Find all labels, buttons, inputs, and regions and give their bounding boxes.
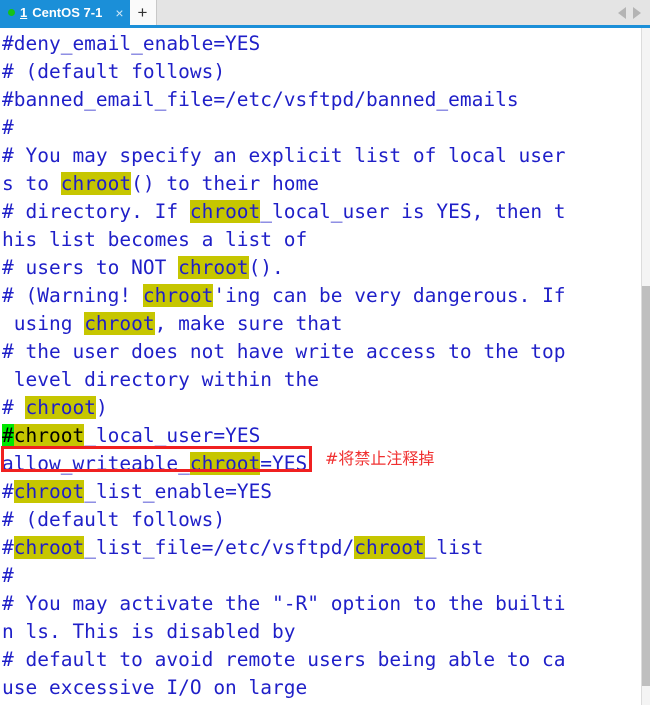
annotation-note-text: #将禁止注释掉 bbox=[325, 449, 435, 468]
line-text: # the user does not have write access to… bbox=[2, 340, 566, 363]
search-match-highlight: chroot bbox=[25, 396, 96, 419]
line-text: # bbox=[2, 116, 14, 139]
terminal-line: # You may activate the "-R" option to th… bbox=[2, 590, 650, 618]
terminal-line: #chroot_list_file=/etc/vsftpd/chroot_lis… bbox=[2, 534, 650, 562]
line-text: # bbox=[2, 396, 26, 419]
line-text: # bbox=[2, 480, 14, 503]
terminal-line: # the user does not have write access to… bbox=[2, 338, 650, 366]
terminal-line: # (Warning! chroot'ing can be very dange… bbox=[2, 282, 650, 310]
terminal-line: his list becomes a list of bbox=[2, 226, 650, 254]
line-text: 'ing can be very dangerous. If bbox=[213, 284, 566, 307]
terminal-line: s to chroot() to their home bbox=[2, 170, 650, 198]
connection-status-dot bbox=[8, 9, 15, 16]
terminal-line: # (default follows) bbox=[2, 506, 650, 534]
terminal-line: # (default follows) bbox=[2, 58, 650, 86]
line-text: # bbox=[2, 564, 14, 587]
chevron-left-icon[interactable] bbox=[618, 6, 626, 19]
search-match-highlight: chroot bbox=[189, 452, 261, 475]
terminal-tab[interactable]: 1 CentOS 7-1 × bbox=[0, 0, 130, 25]
search-match-highlight: chroot bbox=[178, 256, 249, 279]
line-text: _local_user=YES bbox=[84, 424, 261, 447]
line-text: use excessive I/O on large bbox=[2, 676, 308, 699]
line-text: # directory. If bbox=[2, 200, 190, 223]
terminal-line: #banned_email_file=/etc/vsftpd/banned_em… bbox=[2, 86, 650, 114]
line-text: level directory within the bbox=[2, 368, 319, 391]
terminal-line: using chroot, make sure that bbox=[2, 310, 650, 338]
vertical-scrollbar[interactable] bbox=[641, 28, 650, 705]
terminal-line: # users to NOT chroot(). bbox=[2, 254, 650, 282]
line-text: his list becomes a list of bbox=[2, 228, 308, 251]
line-text: n ls. This is disabled by bbox=[2, 620, 296, 643]
terminal-line: #chroot_local_user=YES bbox=[2, 422, 650, 450]
terminal-line: use excessive I/O on large bbox=[2, 674, 650, 702]
line-text: =YES bbox=[260, 452, 308, 475]
line-text: # bbox=[2, 536, 14, 559]
line-text: #banned_email_file=/etc/vsftpd/banned_em… bbox=[2, 88, 519, 111]
line-text: _list_enable=YES bbox=[84, 480, 273, 503]
terminal-line: # bbox=[2, 114, 650, 142]
new-tab-button[interactable]: + bbox=[129, 0, 157, 25]
search-match-highlight: chroot bbox=[13, 424, 85, 447]
tab-bar: 1 CentOS 7-1 × + bbox=[0, 0, 650, 28]
line-text: ) bbox=[95, 396, 108, 419]
search-match-highlight: chroot bbox=[354, 536, 425, 559]
search-match-highlight: chroot bbox=[142, 284, 214, 307]
terminal-viewport[interactable]: #deny_email_enable=YES # (default follows… bbox=[0, 28, 650, 705]
search-match-highlight: chroot bbox=[189, 200, 261, 223]
line-text: # You may activate the "-R" option to th… bbox=[2, 592, 566, 615]
line-text: # default to avoid remote users being ab… bbox=[2, 648, 566, 671]
chevron-right-icon[interactable] bbox=[633, 6, 641, 19]
terminal-line: # directory. If chroot_local_user is YES… bbox=[2, 198, 650, 226]
line-text: #deny_email_enable=YES bbox=[2, 32, 261, 55]
terminal-line: # bbox=[2, 562, 650, 590]
line-text: _list bbox=[424, 536, 484, 559]
terminal-line: #deny_email_enable=YES bbox=[2, 30, 650, 58]
line-text: allow_writeable_ bbox=[2, 452, 190, 475]
current-match-highlight: # bbox=[2, 424, 14, 447]
search-match-highlight: chroot bbox=[60, 172, 132, 195]
line-text: # (default follows) bbox=[2, 60, 226, 83]
tab-nav-group bbox=[618, 0, 650, 25]
search-match-highlight: chroot bbox=[13, 536, 85, 559]
search-match-highlight: chroot bbox=[84, 312, 155, 335]
tab-bar-spacer bbox=[157, 0, 619, 25]
line-text: # (default follows) bbox=[2, 508, 226, 531]
line-text: using bbox=[2, 312, 85, 335]
line-text: () to their home bbox=[131, 172, 319, 195]
line-text: # (Warning! bbox=[2, 284, 143, 307]
terminal-line: # You may specify an explicit list of lo… bbox=[2, 142, 650, 170]
line-text: # users to NOT bbox=[2, 256, 179, 279]
tab-index-label: 1 bbox=[20, 5, 28, 20]
terminal-line: level directory within the bbox=[2, 366, 650, 394]
scrollbar-thumb[interactable] bbox=[642, 286, 650, 686]
line-text: _local_user is YES, then t bbox=[260, 200, 566, 223]
line-text: s to bbox=[2, 172, 61, 195]
terminal-line: #chroot_list_enable=YES bbox=[2, 478, 650, 506]
line-text: (). bbox=[248, 256, 284, 279]
close-icon[interactable]: × bbox=[107, 6, 123, 20]
terminal-text-area[interactable]: #deny_email_enable=YES # (default follows… bbox=[2, 30, 650, 702]
terminal-line: # default to avoid remote users being ab… bbox=[2, 646, 650, 674]
line-text: , make sure that bbox=[154, 312, 343, 335]
tab-title-label: CentOS 7-1 bbox=[32, 5, 103, 20]
line-text: # You may specify an explicit list of lo… bbox=[2, 144, 566, 167]
terminal-line: # chroot) bbox=[2, 394, 650, 422]
terminal-line: n ls. This is disabled by bbox=[2, 618, 650, 646]
search-match-highlight: chroot bbox=[13, 480, 85, 503]
line-text: _list_file=/etc/vsftpd/ bbox=[84, 536, 355, 559]
